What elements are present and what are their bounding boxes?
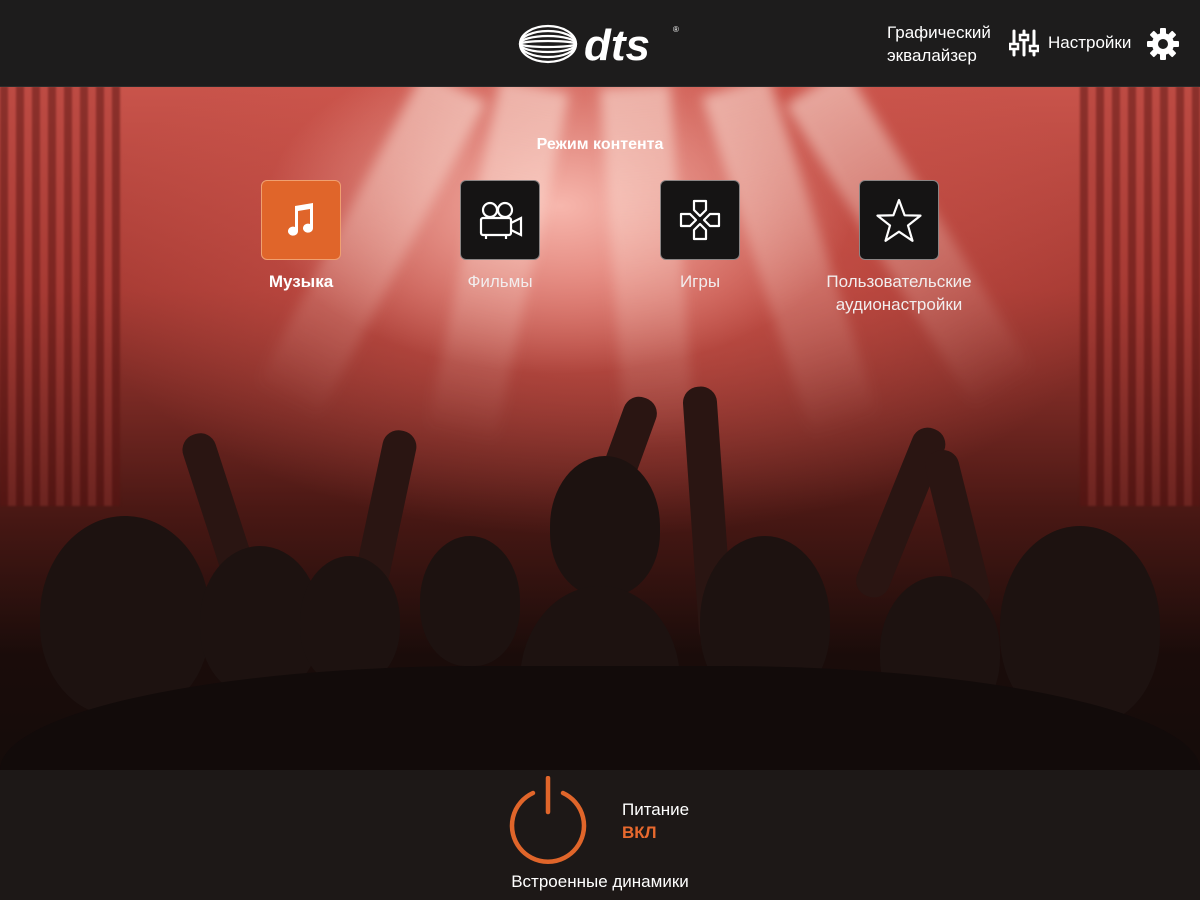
mode-movies-label: Фильмы <box>467 272 533 291</box>
power-state: ВКЛ <box>622 823 657 842</box>
power-label: Питание <box>622 800 690 819</box>
eq-link-line1: Графический <box>887 23 991 42</box>
mode-movies-button[interactable] <box>460 180 540 260</box>
mode-custom-audio-label-line2: аудионастройки <box>835 295 963 314</box>
mode-movies[interactable]: Фильмы <box>410 180 590 293</box>
power-icon[interactable] <box>507 776 589 866</box>
mode-music-button[interactable] <box>261 180 341 260</box>
dts-logo: dts ® <box>518 22 679 66</box>
gear-icon[interactable] <box>1146 27 1180 61</box>
settings-link[interactable]: Настройки <box>1048 33 1131 53</box>
mode-custom-audio-label-line1: Пользовательские <box>826 272 972 291</box>
mode-games-button[interactable] <box>660 180 740 260</box>
graphic-equalizer-link[interactable]: Графический эквалайзер <box>887 21 991 67</box>
mode-custom-audio-label: Пользовательские аудионастройки <box>809 270 989 316</box>
movie-camera-icon <box>479 201 523 239</box>
mode-music[interactable]: Музыка <box>211 180 391 293</box>
top-bar: dts ® Графический эквалайзер Настройки <box>0 0 1200 87</box>
eq-link-line2: эквалайзер <box>887 46 977 65</box>
output-device-label: Встроенные динамики <box>511 872 689 891</box>
mode-games-label: Игры <box>679 272 721 291</box>
mode-custom-audio[interactable]: Пользовательские аудионастройки <box>809 180 989 316</box>
music-note-icon <box>288 203 314 236</box>
svg-text:®: ® <box>673 25 679 34</box>
equalizer-icon[interactable] <box>1009 28 1039 58</box>
content-mode-title: Режим контента <box>536 136 664 153</box>
star-icon <box>876 198 922 242</box>
mode-games[interactable]: Игры <box>610 180 790 293</box>
svg-text:dts: dts <box>584 22 650 66</box>
mode-music-label: Музыка <box>268 272 334 291</box>
mode-custom-audio-button[interactable] <box>859 180 939 260</box>
gamepad-icon <box>679 199 721 241</box>
